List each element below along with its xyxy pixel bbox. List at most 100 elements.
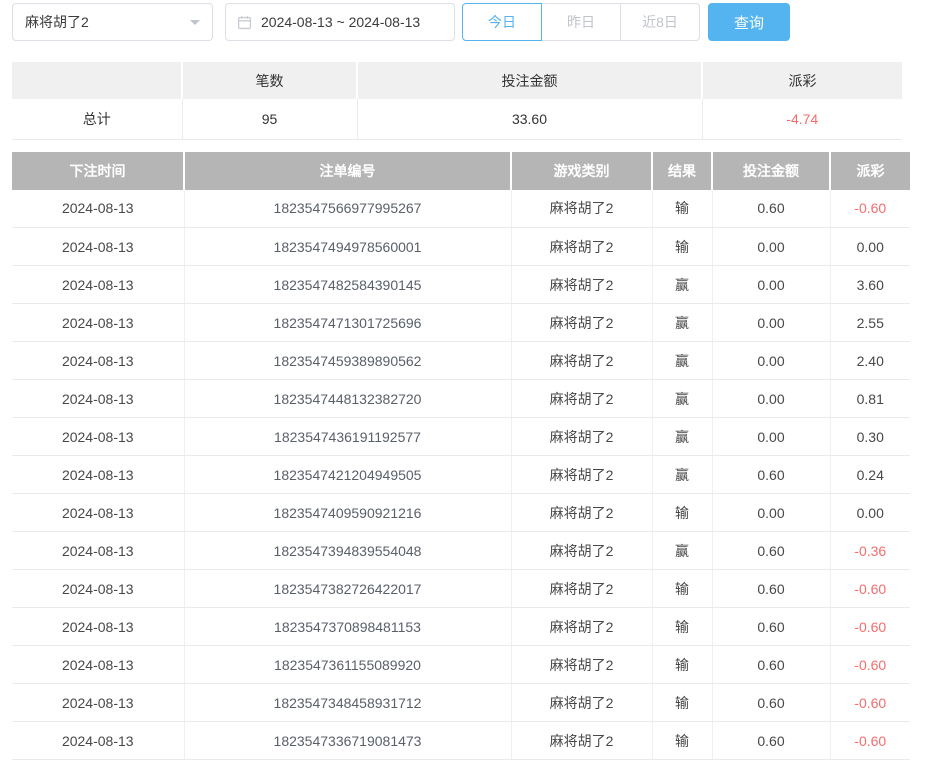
summary-header-bet-amount: 投注金额 xyxy=(357,62,702,99)
bet-id-cell: 1823547436191192577 xyxy=(184,418,511,456)
summary-header-row: 笔数 投注金额 派彩 xyxy=(12,62,902,99)
game-type-cell: 麻将胡了2 xyxy=(511,646,652,684)
game-select-value: 麻将胡了2 xyxy=(25,12,89,32)
bet-time-cell: 2024-08-13 xyxy=(12,456,184,494)
column-header-result: 结果 xyxy=(652,152,712,190)
table-row: 2024-08-13 1823547471301725696 麻将胡了2 赢 0… xyxy=(12,304,910,342)
betting-records-page: 麻将胡了2 2024-08-13 ~ 2024-08-13 今日 昨日 近8日 … xyxy=(0,0,928,760)
quick-filter-button[interactable]: 昨日 xyxy=(541,3,621,41)
bet-time-cell: 2024-08-13 xyxy=(12,722,184,760)
bet-time-cell: 2024-08-13 xyxy=(12,342,184,380)
bet-time-cell: 2024-08-13 xyxy=(12,418,184,456)
payout-cell: 2.55 xyxy=(830,304,910,342)
table-row: 2024-08-13 1823547421204949505 麻将胡了2 赢 0… xyxy=(12,456,910,494)
payout-cell: -0.36 xyxy=(830,532,910,570)
game-type-cell: 麻将胡了2 xyxy=(511,342,652,380)
bet-amount-cell: 0.60 xyxy=(712,646,830,684)
bet-amount-cell: 0.60 xyxy=(712,532,830,570)
game-type-cell: 麻将胡了2 xyxy=(511,608,652,646)
bet-time-cell: 2024-08-13 xyxy=(12,570,184,608)
column-header-bet-id: 注单编号 xyxy=(184,152,511,190)
payout-cell: -0.60 xyxy=(830,570,910,608)
chevron-down-icon xyxy=(190,20,200,30)
bet-time-cell: 2024-08-13 xyxy=(12,646,184,684)
game-select[interactable]: 麻将胡了2 xyxy=(12,3,213,41)
bet-time-cell: 2024-08-13 xyxy=(12,228,184,266)
bet-id-cell: 1823547336719081473 xyxy=(184,722,511,760)
bet-time-cell: 2024-08-13 xyxy=(12,380,184,418)
records-table: 下注时间 注单编号 游戏类别 结果 投注金额 派彩 2024-08-13 182… xyxy=(12,152,910,761)
bet-amount-cell: 0.00 xyxy=(712,342,830,380)
quick-filter-group: 今日 昨日 近8日 xyxy=(462,3,700,41)
table-row: 2024-08-13 1823547448132382720 麻将胡了2 赢 0… xyxy=(12,380,910,418)
game-type-cell: 麻将胡了2 xyxy=(511,494,652,532)
result-cell: 输 xyxy=(652,684,712,722)
game-type-cell: 麻将胡了2 xyxy=(511,684,652,722)
bet-amount-cell: 0.00 xyxy=(712,266,830,304)
summary-table: 笔数 投注金额 派彩 总计 95 33.60 -4.74 xyxy=(12,62,902,140)
payout-cell: -0.60 xyxy=(830,722,910,760)
column-header-game-type: 游戏类别 xyxy=(511,152,652,190)
bet-time-cell: 2024-08-13 xyxy=(12,684,184,722)
table-row: 2024-08-13 1823547494978560001 麻将胡了2 输 0… xyxy=(12,228,910,266)
game-type-cell: 麻将胡了2 xyxy=(511,380,652,418)
result-cell: 赢 xyxy=(652,380,712,418)
calendar-icon xyxy=(237,15,252,30)
bet-time-cell: 2024-08-13 xyxy=(12,608,184,646)
payout-cell: 0.30 xyxy=(830,418,910,456)
table-row: 2024-08-13 1823547436191192577 麻将胡了2 赢 0… xyxy=(12,418,910,456)
bet-id-cell: 1823547566977995267 xyxy=(184,190,511,228)
bet-amount-cell: 0.60 xyxy=(712,608,830,646)
payout-cell: 0.81 xyxy=(830,380,910,418)
bet-amount-cell: 0.60 xyxy=(712,684,830,722)
summary-payout-value: -4.74 xyxy=(702,99,902,139)
table-row: 2024-08-13 1823547566977995267 麻将胡了2 输 0… xyxy=(12,190,910,228)
payout-cell: -0.60 xyxy=(830,684,910,722)
bet-id-cell: 1823547370898481153 xyxy=(184,608,511,646)
bet-amount-cell: 0.60 xyxy=(712,190,830,228)
payout-cell: -0.60 xyxy=(830,646,910,684)
bet-id-cell: 1823547471301725696 xyxy=(184,304,511,342)
game-type-cell: 麻将胡了2 xyxy=(511,304,652,342)
result-cell: 输 xyxy=(652,228,712,266)
game-type-cell: 麻将胡了2 xyxy=(511,456,652,494)
bet-amount-cell: 0.60 xyxy=(712,456,830,494)
query-button[interactable]: 查询 xyxy=(708,3,790,41)
summary-count-value: 95 xyxy=(182,99,357,139)
bet-id-cell: 1823547382726422017 xyxy=(184,570,511,608)
result-cell: 输 xyxy=(652,608,712,646)
column-header-bet-time: 下注时间 xyxy=(12,152,184,190)
bet-id-cell: 1823547421204949505 xyxy=(184,456,511,494)
table-row: 2024-08-13 1823547482584390145 麻将胡了2 赢 0… xyxy=(12,266,910,304)
table-row: 2024-08-13 1823547409590921216 麻将胡了2 输 0… xyxy=(12,494,910,532)
bet-id-cell: 1823547409590921216 xyxy=(184,494,511,532)
bet-id-cell: 1823547361155089920 xyxy=(184,646,511,684)
table-row: 2024-08-13 1823547336719081473 麻将胡了2 输 0… xyxy=(12,722,910,760)
quick-filter-button[interactable]: 近8日 xyxy=(620,3,700,41)
game-type-cell: 麻将胡了2 xyxy=(511,266,652,304)
game-type-cell: 麻将胡了2 xyxy=(511,418,652,456)
payout-cell: 0.24 xyxy=(830,456,910,494)
result-cell: 赢 xyxy=(652,342,712,380)
game-type-cell: 麻将胡了2 xyxy=(511,570,652,608)
bet-amount-cell: 0.00 xyxy=(712,418,830,456)
game-type-cell: 麻将胡了2 xyxy=(511,532,652,570)
result-cell: 赢 xyxy=(652,532,712,570)
result-cell: 输 xyxy=(652,190,712,228)
summary-header-blank xyxy=(12,62,182,99)
summary-total-label: 总计 xyxy=(12,99,182,139)
bet-id-cell: 1823547448132382720 xyxy=(184,380,511,418)
toolbar: 麻将胡了2 2024-08-13 ~ 2024-08-13 今日 昨日 近8日 … xyxy=(12,3,916,41)
result-cell: 赢 xyxy=(652,456,712,494)
summary-total-row: 总计 95 33.60 -4.74 xyxy=(12,99,902,139)
payout-cell: -0.60 xyxy=(830,608,910,646)
date-range-input[interactable]: 2024-08-13 ~ 2024-08-13 xyxy=(225,3,455,41)
bet-time-cell: 2024-08-13 xyxy=(12,190,184,228)
payout-cell: 2.40 xyxy=(830,342,910,380)
bet-id-cell: 1823547459389890562 xyxy=(184,342,511,380)
summary-header-payout: 派彩 xyxy=(702,62,902,99)
table-row: 2024-08-13 1823547382726422017 麻将胡了2 输 0… xyxy=(12,570,910,608)
bet-time-cell: 2024-08-13 xyxy=(12,494,184,532)
result-cell: 赢 xyxy=(652,304,712,342)
quick-filter-button[interactable]: 今日 xyxy=(462,3,542,41)
